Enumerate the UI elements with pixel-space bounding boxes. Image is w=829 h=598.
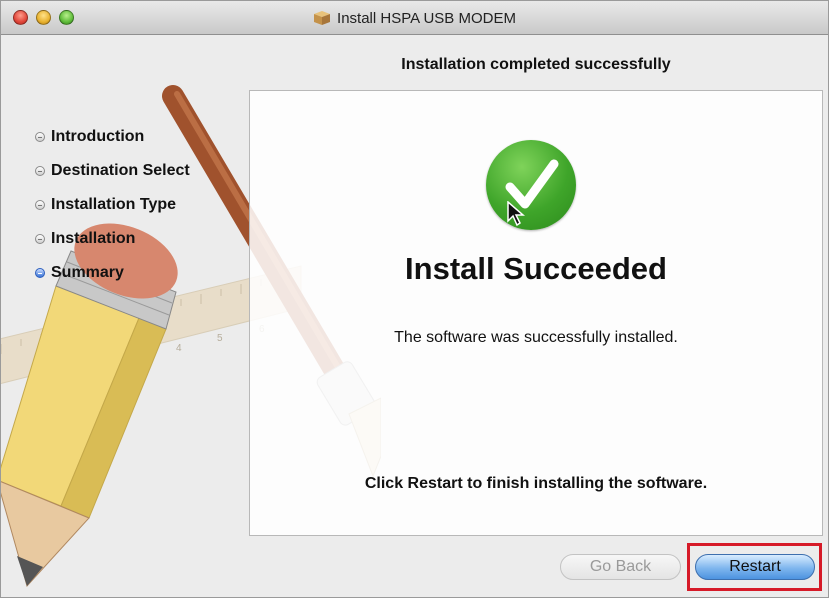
step-label: Installation Type xyxy=(51,196,177,213)
summary-panel: Install Succeeded The software was succe… xyxy=(249,90,823,536)
ruler-number: 4 xyxy=(176,343,182,354)
title-bar[interactable]: Install HSPA USB MODEM xyxy=(1,1,828,35)
restart-highlight-box xyxy=(687,543,822,591)
go-back-button[interactable]: Go Back xyxy=(560,554,681,580)
step-label: Installation xyxy=(51,230,136,247)
installer-window: Install HSPA USB MODEM Installation comp… xyxy=(0,0,829,598)
success-headline: Install Succeeded xyxy=(405,251,667,286)
success-message: The software was successfully installed. xyxy=(394,329,678,346)
window-title: Install HSPA USB MODEM xyxy=(337,9,516,27)
step-label: Destination Select xyxy=(51,162,190,179)
step-bullet-active-icon xyxy=(35,268,45,278)
ruler-number: 5 xyxy=(217,333,223,344)
step-destination-select: Destination Select xyxy=(35,154,190,188)
step-bullet-icon xyxy=(35,200,45,210)
mouse-pointer-icon xyxy=(507,201,525,227)
package-icon xyxy=(314,11,331,25)
step-bullet-icon xyxy=(35,132,45,142)
success-checkmark-icon xyxy=(486,140,576,230)
step-list: Introduction Destination Select Installa… xyxy=(35,120,190,290)
step-bullet-icon xyxy=(35,234,45,244)
step-label: Summary xyxy=(51,264,124,281)
step-bullet-icon xyxy=(35,166,45,176)
step-introduction: Introduction xyxy=(35,120,190,154)
restart-instruction: Click Restart to finish installing the s… xyxy=(364,475,708,492)
step-label: Introduction xyxy=(51,128,145,145)
step-installation-type: Installation Type xyxy=(35,188,190,222)
step-installation: Installation xyxy=(35,222,190,256)
step-summary: Summary xyxy=(35,256,190,290)
